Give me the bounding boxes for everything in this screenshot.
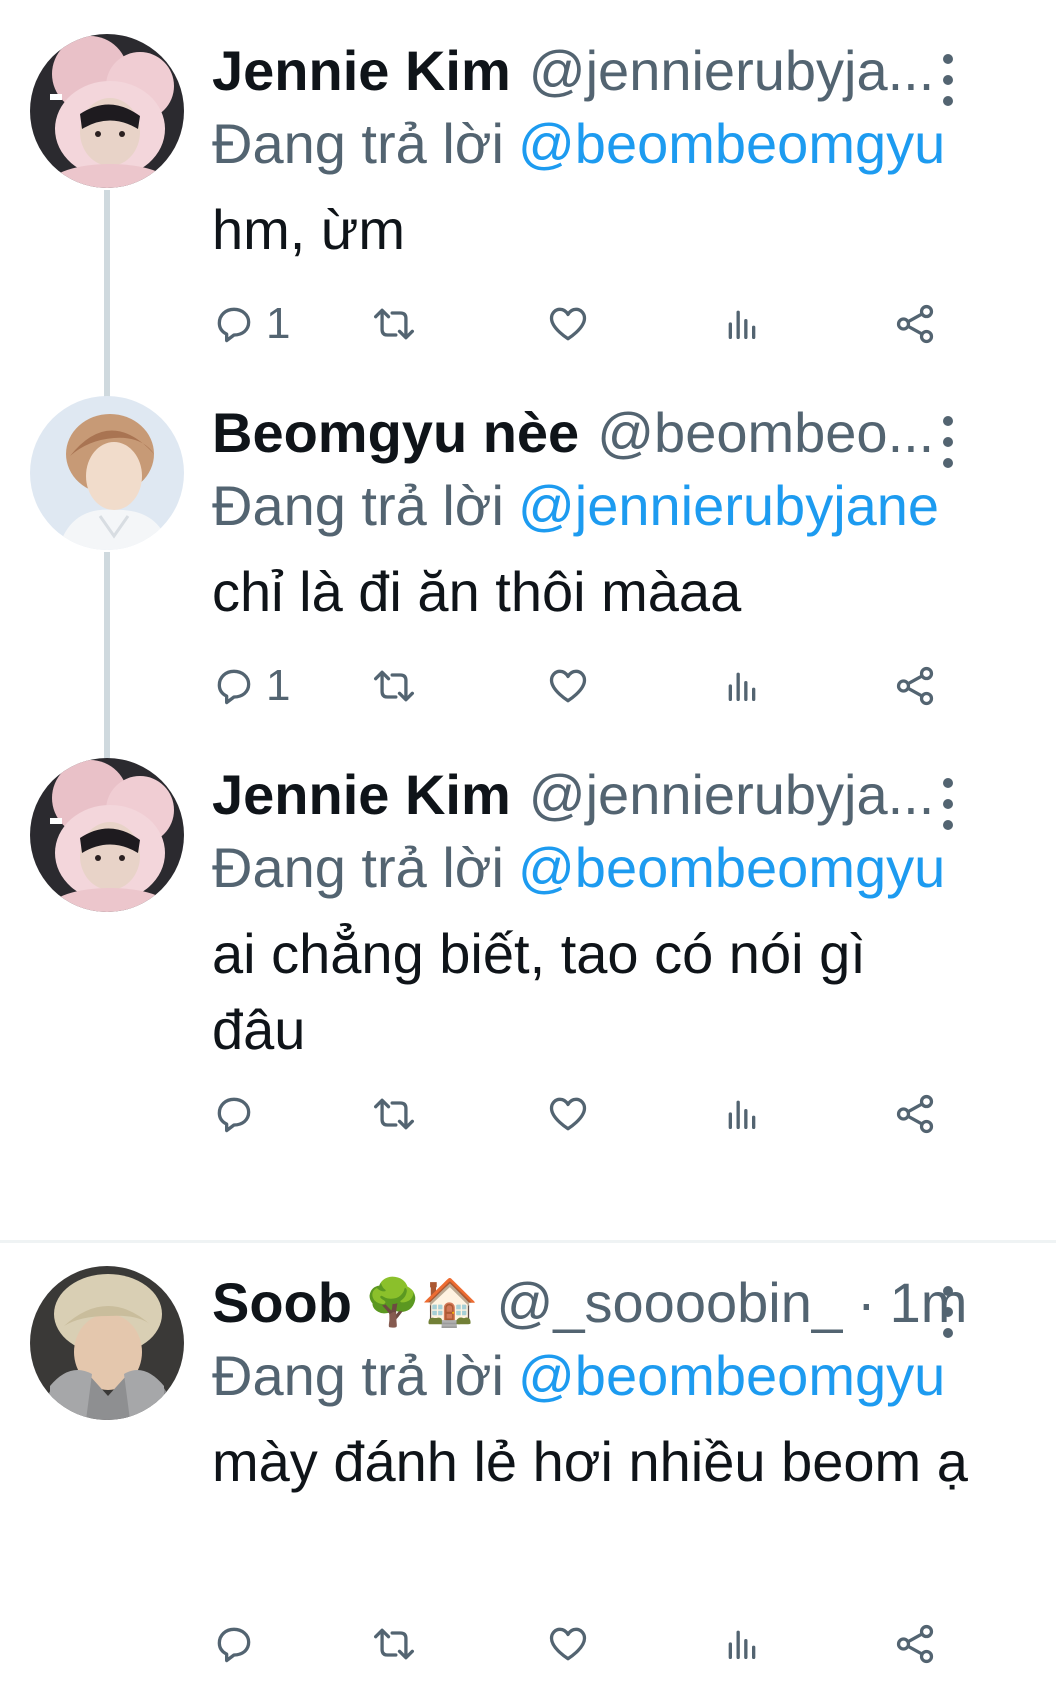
views-icon <box>728 672 756 701</box>
user-handle[interactable]: @jennierubyja... <box>529 762 935 827</box>
reply-icon <box>217 1097 251 1133</box>
avatar[interactable] <box>30 396 184 550</box>
tweet-header: Beomgyu nèe @beombeo... <box>212 396 1036 468</box>
share-button[interactable] <box>892 1086 938 1142</box>
time-separator: · <box>857 1270 876 1334</box>
views-button[interactable] <box>722 658 762 714</box>
display-name[interactable]: Beomgyu nèe <box>212 400 579 465</box>
action-bar: 1 <box>212 296 1012 352</box>
like-button[interactable] <box>546 658 590 714</box>
retweet-button[interactable] <box>370 1616 418 1672</box>
avatar-pink-hood-icon <box>30 34 184 188</box>
reply-prefix: Đang trả lời <box>212 1344 504 1407</box>
like-icon <box>549 669 587 703</box>
reply-to-handle[interactable]: @beombeomgyu <box>518 1344 945 1407</box>
display-name[interactable]: Jennie Kim <box>212 762 511 827</box>
tweet-text: ai chẳng biết, tao có nói gì đâu <box>212 922 866 1061</box>
tweet-header: Soob 🌳🏠 @_soooobin_ · 1m <box>212 1266 1036 1338</box>
reply-context: Đang trả lời @beombeomgyu <box>212 106 1036 182</box>
like-button[interactable] <box>546 1086 590 1142</box>
like-button[interactable] <box>546 1616 590 1672</box>
reply-to-handle[interactable]: @beombeomgyu <box>518 112 945 175</box>
share-button[interactable] <box>892 1616 938 1672</box>
reply-button[interactable] <box>212 1086 266 1142</box>
reply-button[interactable]: 1 <box>212 296 290 352</box>
tweet-header: Jennie Kim @jennierubyja... <box>212 34 1036 106</box>
action-bar: 1 <box>212 658 1012 714</box>
display-name[interactable]: Jennie Kim <box>212 38 511 103</box>
user-handle[interactable]: @beombeo... <box>597 400 934 465</box>
reply-prefix: Đang trả lời <box>212 112 504 175</box>
reply-context: Đang trả lời @beombeomgyu <box>212 830 1036 906</box>
like-icon <box>549 307 587 341</box>
reply-feed: Jennie Kim @jennierubyja... Đang trả lời… <box>0 0 1056 1686</box>
user-handle[interactable]: @jennierubyja... <box>529 38 935 103</box>
share-icon <box>896 1094 934 1134</box>
views-icon <box>728 310 756 339</box>
like-icon <box>549 1097 587 1131</box>
share-icon <box>896 666 934 706</box>
action-bar <box>212 1616 1012 1672</box>
reply-button[interactable] <box>212 1616 266 1672</box>
views-icon <box>728 1630 756 1659</box>
tweet-text: hm, ừm <box>212 198 406 261</box>
views-button[interactable] <box>722 296 762 352</box>
retweet-button[interactable] <box>370 1086 418 1142</box>
more-icon[interactable] <box>940 1286 956 1338</box>
reply-prefix: Đang trả lời <box>212 474 504 537</box>
action-bar <box>212 1086 1012 1142</box>
avatar[interactable] <box>30 34 184 188</box>
reply-icon <box>217 1627 251 1663</box>
reply-button[interactable]: 1 <box>212 658 290 714</box>
tweet[interactable]: Jennie Kim @jennierubyja... Đang trả lời… <box>0 724 1056 1234</box>
more-icon[interactable] <box>940 778 956 830</box>
like-icon <box>549 1627 587 1661</box>
retweet-icon <box>374 670 414 702</box>
avatar[interactable] <box>30 1266 184 1420</box>
retweet-icon <box>374 1098 414 1130</box>
display-name[interactable]: Soob <box>212 1270 352 1335</box>
tweet-text: chỉ là đi ăn thôi màaa <box>212 560 742 623</box>
share-button[interactable] <box>892 658 938 714</box>
retweet-button[interactable] <box>370 658 418 714</box>
tweet-text: mày đánh lẻ hơi nhiều beom ạ <box>212 1430 968 1493</box>
share-icon <box>896 304 934 344</box>
reply-to-handle[interactable]: @jennierubyjane <box>518 474 939 537</box>
user-handle[interactable]: @_soooobin_ <box>497 1270 843 1335</box>
reply-count: 1 <box>266 661 291 710</box>
retweet-icon <box>374 1628 414 1660</box>
more-icon[interactable] <box>940 54 956 106</box>
retweet-icon <box>374 308 414 340</box>
name-emoji: 🌳🏠 <box>363 1275 479 1328</box>
retweet-button[interactable] <box>370 296 418 352</box>
like-button[interactable] <box>546 296 590 352</box>
views-button[interactable] <box>722 1616 762 1672</box>
views-icon <box>728 1100 756 1129</box>
reply-prefix: Đang trả lời <box>212 836 504 899</box>
views-button[interactable] <box>722 1086 762 1142</box>
tweet-header: Jennie Kim @jennierubyja... <box>212 758 1036 830</box>
reply-to-handle[interactable]: @beombeomgyu <box>518 836 945 899</box>
reply-context: Đang trả lời @beombeomgyu <box>212 1338 1036 1414</box>
reply-context: Đang trả lời @jennierubyjane <box>212 468 1036 544</box>
share-icon <box>896 1624 934 1664</box>
share-button[interactable] <box>892 296 938 352</box>
reply-count: 1 <box>266 299 291 348</box>
avatar-grey-hood-icon <box>30 1266 184 1420</box>
avatar-pink-hood-icon <box>30 758 184 912</box>
reply-icon <box>217 669 251 705</box>
more-icon[interactable] <box>940 416 956 468</box>
avatar-light-blue-icon <box>30 396 184 550</box>
reply-icon <box>217 307 251 343</box>
avatar[interactable] <box>30 758 184 912</box>
